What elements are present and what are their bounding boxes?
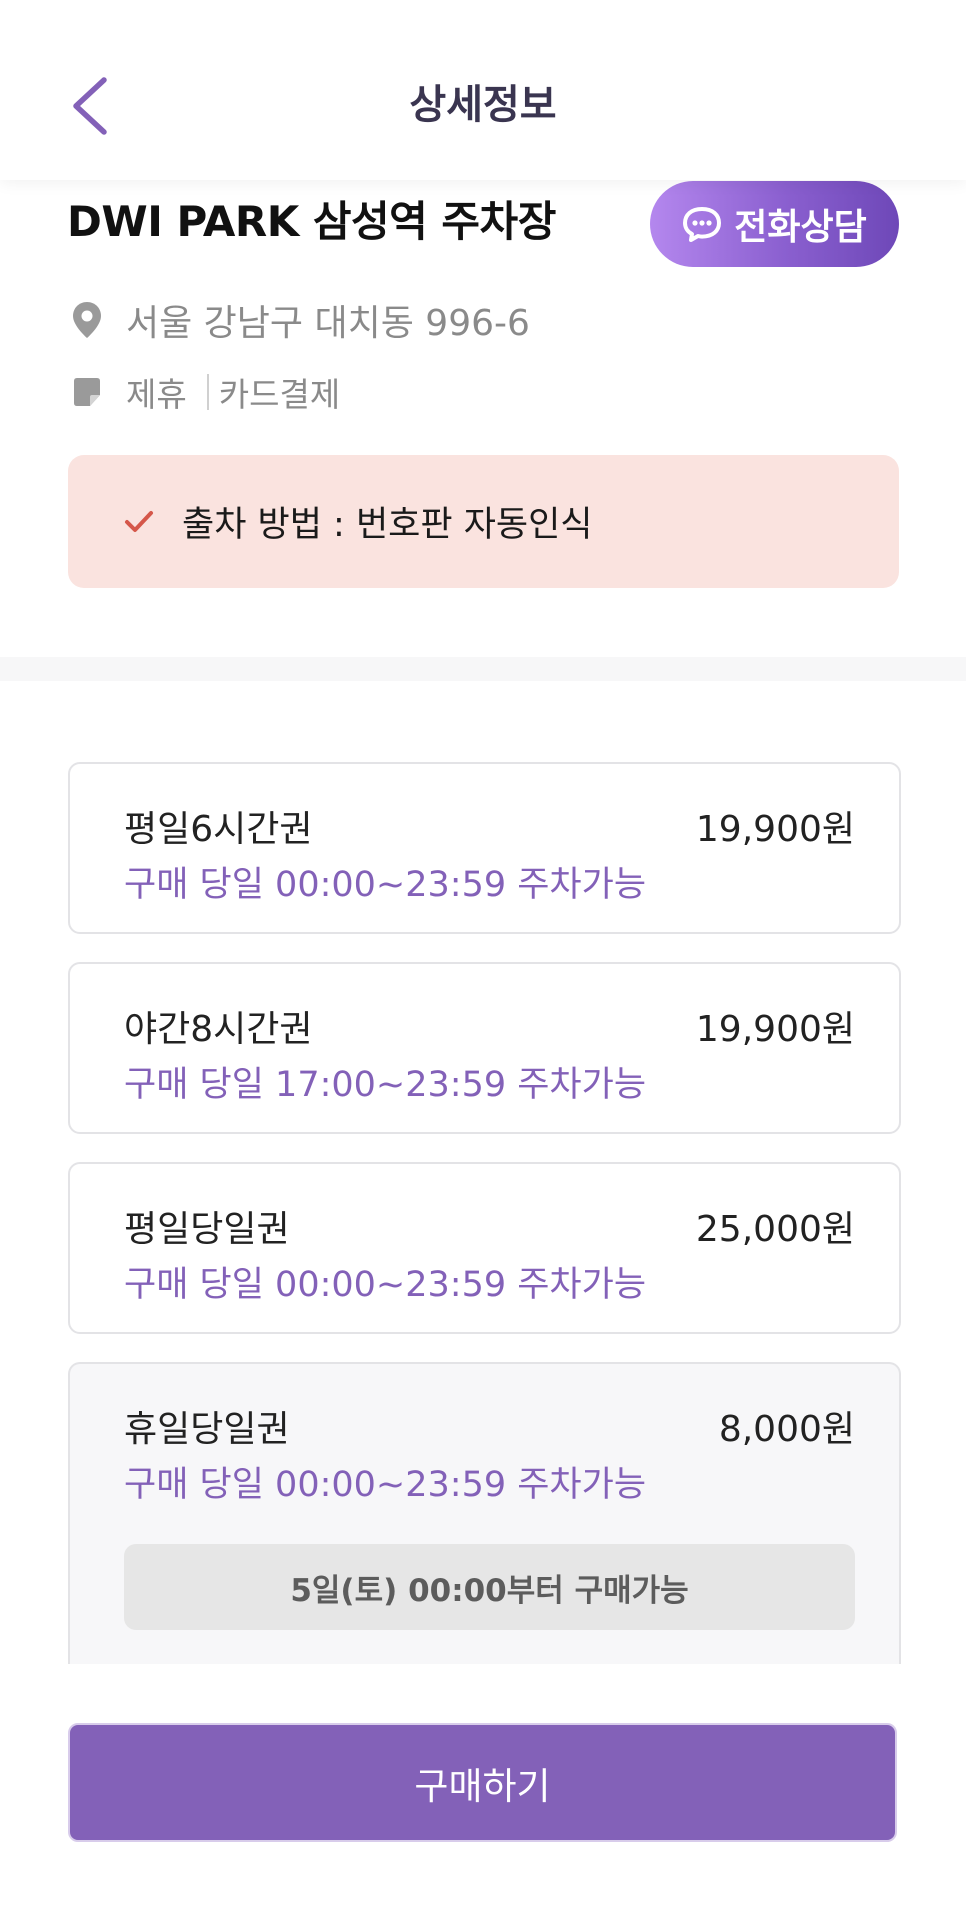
tag-separator (206, 374, 209, 410)
ticket-option[interactable]: 평일당일권 25,000원 구매 당일 00:00~23:59 주차가능 (68, 1162, 901, 1334)
address-row: 서울 강남구 대치동 996-6 (70, 294, 530, 346)
ticket-description: 구매 당일 00:00~23:59 주차가능 (124, 865, 647, 905)
ticket-option-disabled: 휴일당일권 8,000원 구매 당일 00:00~23:59 주차가능 5일(토… (68, 1362, 901, 1664)
note-icon (70, 375, 104, 409)
tag-partnership: 제휴 (126, 375, 187, 414)
phone-consult-button[interactable]: 전화상담 (650, 181, 899, 267)
section-divider (0, 657, 966, 681)
parking-lot-name: DWI PARK 삼성역 주차장 (67, 197, 556, 246)
ticket-price: 19,900원 (695, 1009, 855, 1050)
ticket-option[interactable]: 야간8시간권 19,900원 구매 당일 17:00~23:59 주차가능 (68, 962, 901, 1134)
detail-content: DWI PARK 삼성역 주차장 전화상담 서울 강남구 대치동 996-6 제… (0, 0, 966, 1925)
top-app-bar: 상세정보 (0, 0, 966, 180)
ticket-price: 19,900원 (695, 809, 855, 850)
exit-method-text: 출차 방법 : 번호판 자동인식 (182, 505, 593, 545)
ticket-name: 평일6시간권 (124, 809, 313, 850)
purchase-button[interactable]: 구매하기 (68, 1723, 897, 1842)
ticket-description: 구매 당일 17:00~23:59 주차가능 (124, 1065, 647, 1105)
location-pin-icon (70, 300, 104, 340)
page-title: 상세정보 (409, 82, 557, 128)
ticket-price: 8,000원 (718, 1409, 855, 1450)
ticket-option[interactable]: 평일6시간권 19,900원 구매 당일 00:00~23:59 주차가능 (68, 762, 901, 934)
tags-row: 제휴 카드결제 (70, 368, 340, 416)
tag-card-payment: 카드결제 (218, 375, 341, 414)
phone-consult-label: 전화상담 (734, 207, 867, 248)
exit-method-notice: 출차 방법 : 번호판 자동인식 (68, 455, 899, 588)
availability-badge: 5일(토) 00:00부터 구매가능 (124, 1544, 855, 1630)
ticket-name: 평일당일권 (124, 1209, 290, 1250)
ticket-name: 야간8시간권 (124, 1009, 313, 1050)
address-text: 서울 강남구 대치동 996-6 (126, 303, 530, 344)
ticket-description: 구매 당일 00:00~23:59 주차가능 (124, 1265, 647, 1305)
ticket-description: 구매 당일 00:00~23:59 주차가능 (124, 1465, 647, 1505)
ticket-price: 25,000원 (695, 1209, 855, 1250)
ticket-name: 휴일당일권 (124, 1409, 290, 1450)
check-icon (68, 509, 154, 535)
chat-bubble-icon (682, 206, 722, 242)
